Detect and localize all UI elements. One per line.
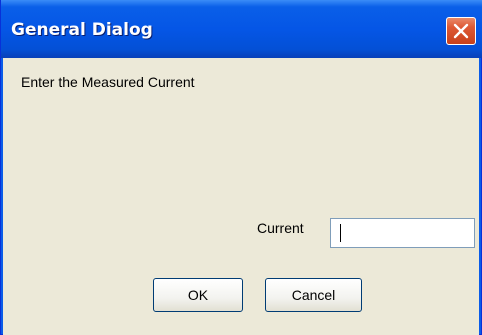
current-label: Current: [257, 220, 304, 236]
close-button[interactable]: [446, 17, 476, 45]
text-caret: [340, 224, 341, 242]
dialog-window: General Dialog Enter the Measured Curren…: [0, 0, 482, 335]
close-icon: [453, 23, 469, 39]
title-bar[interactable]: General Dialog: [1, 0, 482, 58]
cancel-button[interactable]: Cancel: [265, 278, 362, 312]
ok-button[interactable]: OK: [153, 278, 243, 312]
prompt-text: Enter the Measured Current: [21, 74, 195, 90]
current-input[interactable]: [330, 218, 475, 248]
dialog-body: Enter the Measured Current Current OK Ca…: [3, 58, 479, 335]
window-title: General Dialog: [11, 20, 153, 40]
